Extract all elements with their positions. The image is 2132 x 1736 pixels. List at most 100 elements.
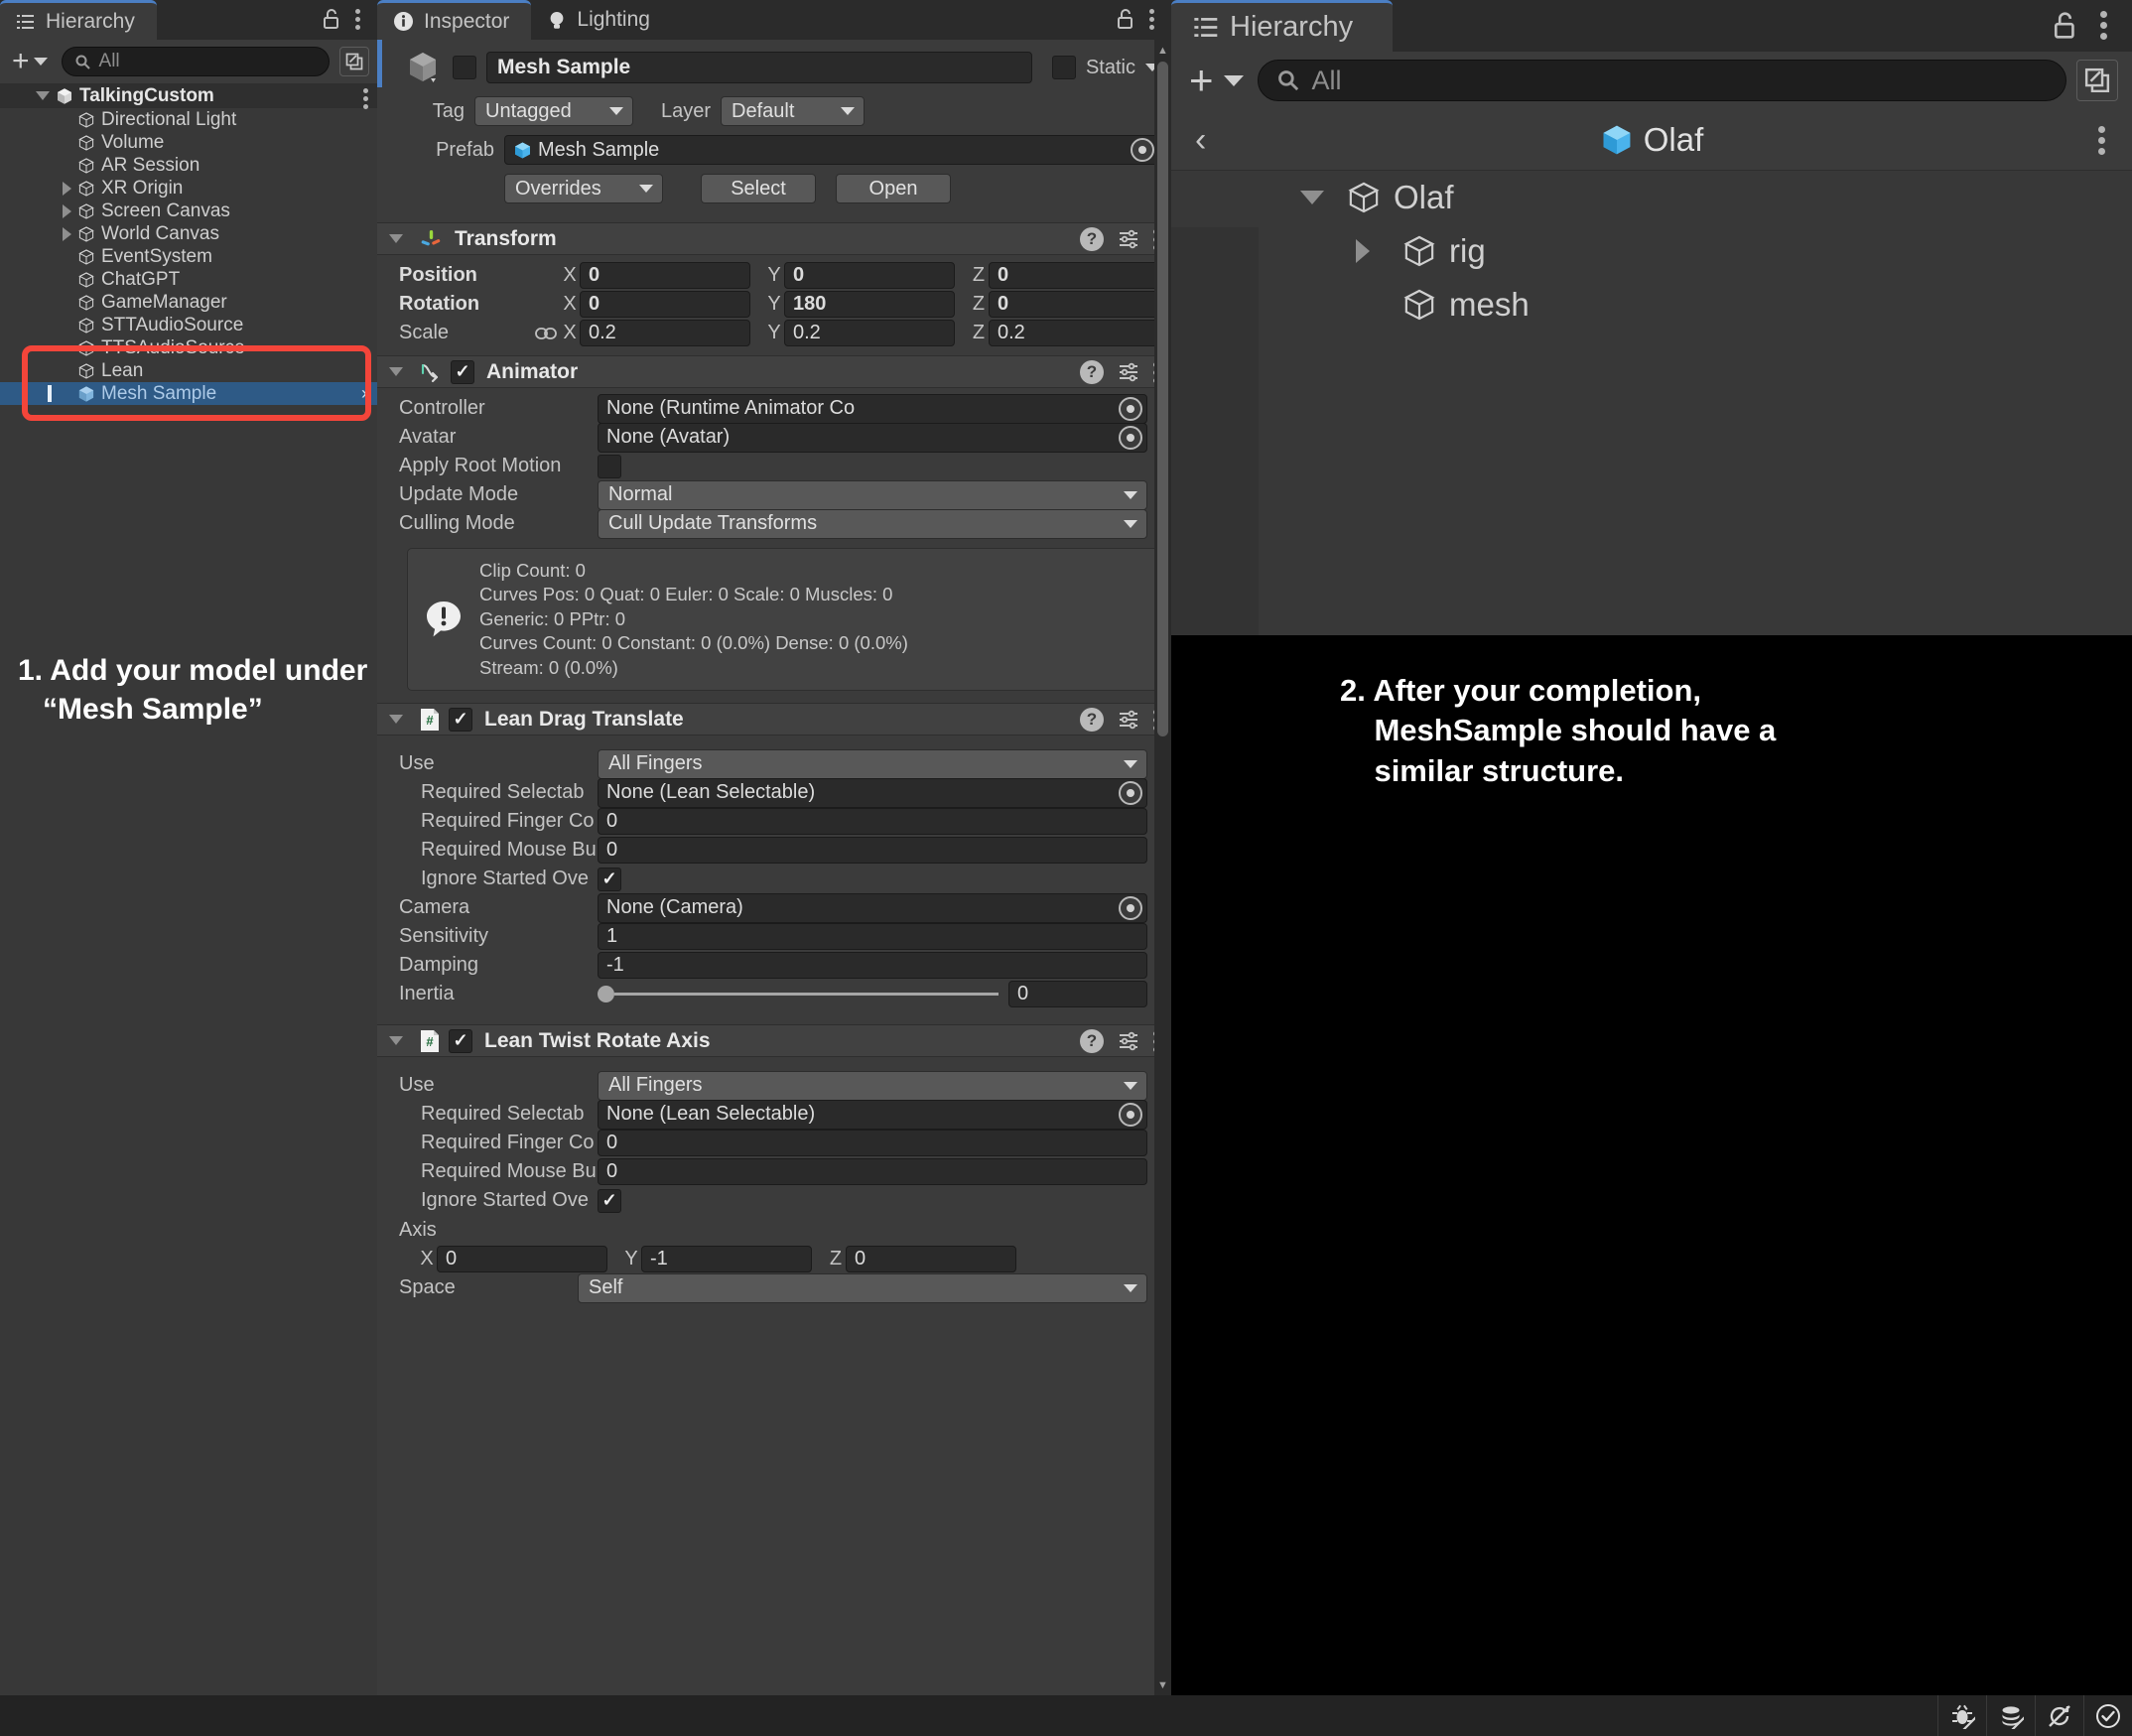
inspector-menu-icon[interactable] <box>1149 6 1155 32</box>
refresh-muted-icon[interactable] <box>2035 1695 2083 1736</box>
right-hierarchy-item-olaf[interactable]: Olaf <box>1171 171 2132 224</box>
transform-rotation-y-field[interactable]: 180 <box>784 291 955 318</box>
tab-lighting[interactable]: Lighting <box>531 0 672 40</box>
hierarchy-item-ar-session[interactable]: AR Session <box>0 154 377 177</box>
lock-open-icon[interactable] <box>322 8 341 30</box>
animator-dropdown-culling-mode[interactable]: Cull Update Transforms <box>598 508 1147 539</box>
lean-drag-picker-icon-required-selectab[interactable] <box>1119 780 1142 805</box>
transform-scale-x-field[interactable]: 0.2 <box>580 320 750 346</box>
chevron-down-icon[interactable] <box>1300 191 1324 204</box>
animator-picker-icon-controller[interactable] <box>1119 396 1142 421</box>
hierarchy-item-mesh-sample[interactable]: Mesh Sample › <box>0 382 377 405</box>
animator-enabled-checkbox[interactable]: ✓ <box>451 359 474 384</box>
lean-drag-number-field-required-finger-co[interactable]: 0 <box>598 808 1147 836</box>
tab-hierarchy-right[interactable]: Hierarchy <box>1171 0 1394 52</box>
hierarchy-item-eventsystem[interactable]: EventSystem <box>0 245 377 268</box>
transform-scale-z-field[interactable]: 0.2 <box>989 320 1159 346</box>
transform-preset-icon[interactable] <box>1118 228 1139 250</box>
lean-twist-preset-icon[interactable] <box>1118 1030 1139 1052</box>
lean-drag-preset-icon[interactable] <box>1118 709 1139 731</box>
transform-position-z-field[interactable]: 0 <box>989 262 1159 289</box>
lean-drag-picker-icon-camera[interactable] <box>1119 895 1142 920</box>
chevron-right-icon[interactable] <box>63 226 71 241</box>
hierarchy-item-chatgpt[interactable]: ChatGPT <box>0 268 377 291</box>
space-dropdown[interactable]: Self <box>578 1272 1147 1303</box>
game-object-active-checkbox[interactable] <box>453 56 476 79</box>
hierarchy-root-menu-icon[interactable] <box>363 85 369 109</box>
hierarchy-item-gamemanager[interactable]: GameManager <box>0 291 377 314</box>
hierarchy-item-lean[interactable]: Lean <box>0 359 377 382</box>
right-hierarchy-item-mesh[interactable]: mesh <box>1171 278 2132 332</box>
transform-scale-y-field[interactable]: 0.2 <box>784 320 955 346</box>
transform-help-icon[interactable]: ? <box>1080 226 1104 251</box>
bug-muted-icon[interactable] <box>1937 1695 1986 1736</box>
lean-drag-foldout-icon[interactable] <box>389 715 403 725</box>
right-create-object-button[interactable]: + <box>1185 60 1248 101</box>
lean-drag-number-field-sensitivity[interactable]: 1 <box>598 923 1147 951</box>
axis-x-field[interactable]: 0 <box>437 1246 607 1273</box>
animator-object-field-controller[interactable]: None (Runtime Animator Co <box>598 393 1147 424</box>
chevron-right-icon[interactable] <box>63 181 71 196</box>
transform-position-y-field[interactable]: 0 <box>784 262 955 289</box>
game-object-name-field[interactable]: Mesh Sample <box>486 52 1032 83</box>
transform-rotation-z-field[interactable]: 0 <box>989 291 1159 318</box>
lean-drag-number-field-damping[interactable]: -1 <box>598 952 1147 980</box>
lean-twist-dropdown-use[interactable]: All Fingers <box>598 1070 1147 1101</box>
chevron-down-icon[interactable] <box>36 91 50 100</box>
chevron-right-icon[interactable] <box>63 203 71 218</box>
layer-dropdown[interactable]: Default <box>721 96 866 126</box>
lean-drag-dropdown-use[interactable]: All Fingers <box>598 748 1147 779</box>
lean-drag-enabled-checkbox[interactable]: ✓ <box>449 707 472 732</box>
hierarchy-item-sttaudiosource[interactable]: STTAudioSource <box>0 314 377 336</box>
open-button[interactable]: Open <box>836 174 951 203</box>
prefab-object-field[interactable]: Mesh Sample <box>504 135 1159 165</box>
open-in-new-icon-right[interactable] <box>2076 60 2118 101</box>
hierarchy-item-volume[interactable]: Volume <box>0 131 377 154</box>
lean-drag-object-field-camera[interactable]: None (Camera) <box>598 892 1147 923</box>
scroll-down-icon[interactable]: ▼ <box>1154 1676 1171 1693</box>
lean-twist-checkbox-ignore-started-ove[interactable]: ✓ <box>598 1188 621 1213</box>
static-checkbox[interactable] <box>1051 56 1076 79</box>
lean-drag-object-field-required-selectab[interactable]: None (Lean Selectable) <box>598 777 1147 808</box>
lean-twist-object-field-required-selectab[interactable]: None (Lean Selectable) <box>598 1099 1147 1130</box>
right-hierarchy-item-rig[interactable]: rig <box>1171 224 2132 278</box>
prefab-picker-icon[interactable] <box>1131 138 1154 162</box>
hierarchy-item-directional-light[interactable]: Directional Light <box>0 108 377 131</box>
breadcrumb-menu-icon[interactable] <box>2098 123 2106 157</box>
left-hierarchy-menu-icon[interactable] <box>355 6 361 32</box>
left-hierarchy-search-input[interactable]: All <box>61 47 330 76</box>
animator-help-icon[interactable]: ? <box>1080 359 1104 384</box>
lean-drag-number-field-required-mouse-bu[interactable]: 0 <box>598 837 1147 865</box>
enter-prefab-chevron-icon[interactable]: › <box>361 383 367 404</box>
animator-checkbox-apply-root-motion[interactable] <box>598 454 621 478</box>
right-hierarchy-search-input[interactable]: All <box>1257 60 2066 101</box>
lean-drag-slider-inertia[interactable]: 0 <box>598 981 1147 1008</box>
component-header-lean-twist-rotate-axis[interactable]: # ✓ Lean Twist Rotate Axis ? <box>377 1024 1171 1058</box>
hierarchy-item-screen-canvas[interactable]: Screen Canvas <box>0 200 377 222</box>
chevron-right-icon[interactable] <box>1356 239 1370 263</box>
lean-drag-checkbox-ignore-started-ove[interactable]: ✓ <box>598 867 621 891</box>
component-header-transform[interactable]: Transform ? <box>377 222 1171 255</box>
inspector-lock-open-icon[interactable] <box>1116 8 1135 30</box>
lean-twist-help-icon[interactable]: ? <box>1080 1028 1104 1053</box>
transform-foldout-icon[interactable] <box>389 234 403 243</box>
right-hierarchy-menu-icon[interactable] <box>2100 8 2108 42</box>
overrides-dropdown[interactable]: Overrides <box>504 174 663 203</box>
inspector-scroll-thumb[interactable] <box>1157 62 1168 736</box>
axis-y-field[interactable]: -1 <box>641 1246 812 1273</box>
hierarchy-item-world-canvas[interactable]: World Canvas <box>0 222 377 245</box>
lean-twist-number-field-required-finger-co[interactable]: 0 <box>598 1130 1147 1157</box>
inspector-scrollbar[interactable]: ▲ ▼ <box>1154 40 1171 1736</box>
tag-dropdown[interactable]: Untagged <box>474 96 633 126</box>
tab-hierarchy-left[interactable]: Hierarchy <box>0 0 157 40</box>
tab-inspector[interactable]: Inspector <box>377 0 532 40</box>
lean-twist-foldout-icon[interactable] <box>389 1036 403 1046</box>
lean-twist-number-field-required-mouse-bu[interactable]: 0 <box>598 1158 1147 1186</box>
create-object-button[interactable]: + <box>8 47 52 76</box>
layers-muted-icon[interactable] <box>1986 1695 2035 1736</box>
animator-object-field-avatar[interactable]: None (Avatar) <box>598 422 1147 453</box>
open-in-new-icon[interactable] <box>339 47 369 76</box>
hierarchy-root-row[interactable]: TalkingCustom <box>0 83 377 109</box>
component-header-lean-drag-translate[interactable]: # ✓ Lean Drag Translate ? <box>377 703 1171 736</box>
check-circle-icon[interactable] <box>2083 1695 2132 1736</box>
